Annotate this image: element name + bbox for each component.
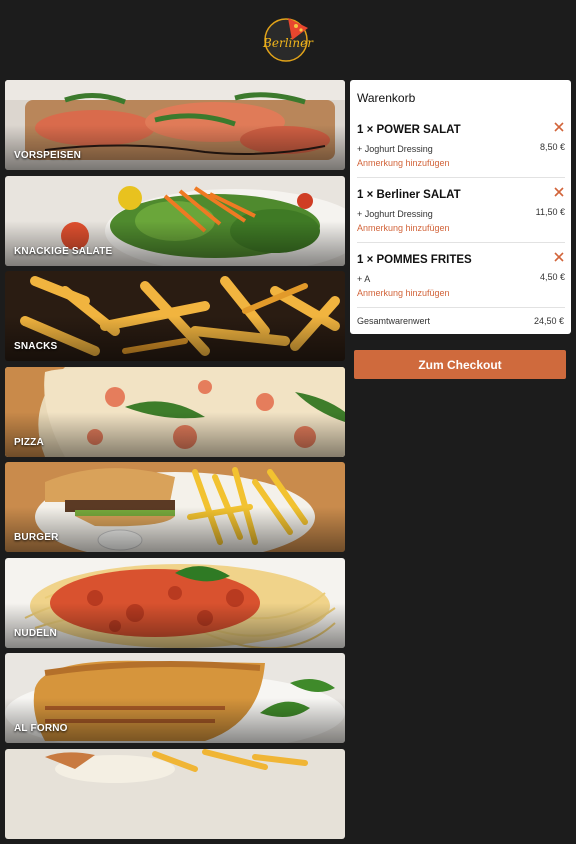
brand-logo[interactable]: Berliner [262,14,314,64]
divider [357,307,565,308]
remove-item-icon[interactable] [553,121,565,133]
cart-total-value: 24,50 € [533,316,564,326]
category-label: BURGER [14,532,59,543]
category-more[interactable] [5,748,345,839]
category-label: KNACKIGE SALATE [14,245,113,257]
divider [357,177,565,178]
cart-panel: Warenkorb 1 × POWER SALAT + Joghurt Dres… [350,80,571,334]
divider [357,242,565,243]
add-note-link[interactable]: Anmerkung hinzufügen [357,223,450,233]
cart-item-price: 8,50 € [539,142,565,152]
category-label: NUDELN [14,627,57,639]
remove-item-icon[interactable] [553,186,565,198]
cart-item-option: + Joghurt Dressing [357,209,433,219]
category-al-forno[interactable]: AL FORNO [5,653,345,743]
category-snacks[interactable]: SNACKS [5,271,345,361]
cart-item-price: 4,50 € [539,272,565,282]
cart-item: 1 × Berliner SALAT + Joghurt Dressing 11… [357,186,565,233]
cart-item-name: 1 × POWER SALAT [357,124,461,136]
pizza-image [5,366,345,457]
category-nudeln[interactable]: NUDELN [5,557,345,648]
logo-text: Berliner [262,36,314,50]
add-note-link[interactable]: Anmerkung hinzufügen [357,158,450,168]
cart-item-option: + Joghurt Dressing [357,144,433,154]
category-vorspeisen[interactable]: VORSPEISEN [5,80,345,170]
category-burger[interactable]: BURGER [5,462,345,552]
remove-item-icon[interactable] [553,251,565,263]
cart-item-price: 11,50 € [535,207,565,217]
category-label: SNACKS [14,341,58,352]
checkout-button[interactable]: Zum Checkout [354,350,566,379]
category-knackige-salate[interactable]: KNACKIGE SALATE [5,175,345,266]
cart-item-option: + A [357,274,371,284]
category-label: VORSPEISEN [14,150,82,161]
category-pizza[interactable]: PIZZA [5,366,345,457]
cart-title: Warenkorb [357,91,416,105]
more-category-image [5,748,345,839]
cart-item-name: 1 × Berliner SALAT [357,189,461,201]
cart-total-label: Gesamtwarenwert [357,316,431,326]
cart-item: 1 × POWER SALAT + Joghurt Dressing 8,50 … [357,121,565,168]
add-note-link[interactable]: Anmerkung hinzufügen [357,288,450,298]
category-label: AL FORNO [14,723,68,734]
category-label: PIZZA [14,436,44,448]
category-list: VORSPEISEN KNACKIGE SALATE SNACKS PIZZA … [5,80,345,844]
cart-item-name: 1 × POMMES FRITES [357,254,472,266]
cart-item: 1 × POMMES FRITES + A 4,50 € Anmerkung h… [357,251,565,298]
